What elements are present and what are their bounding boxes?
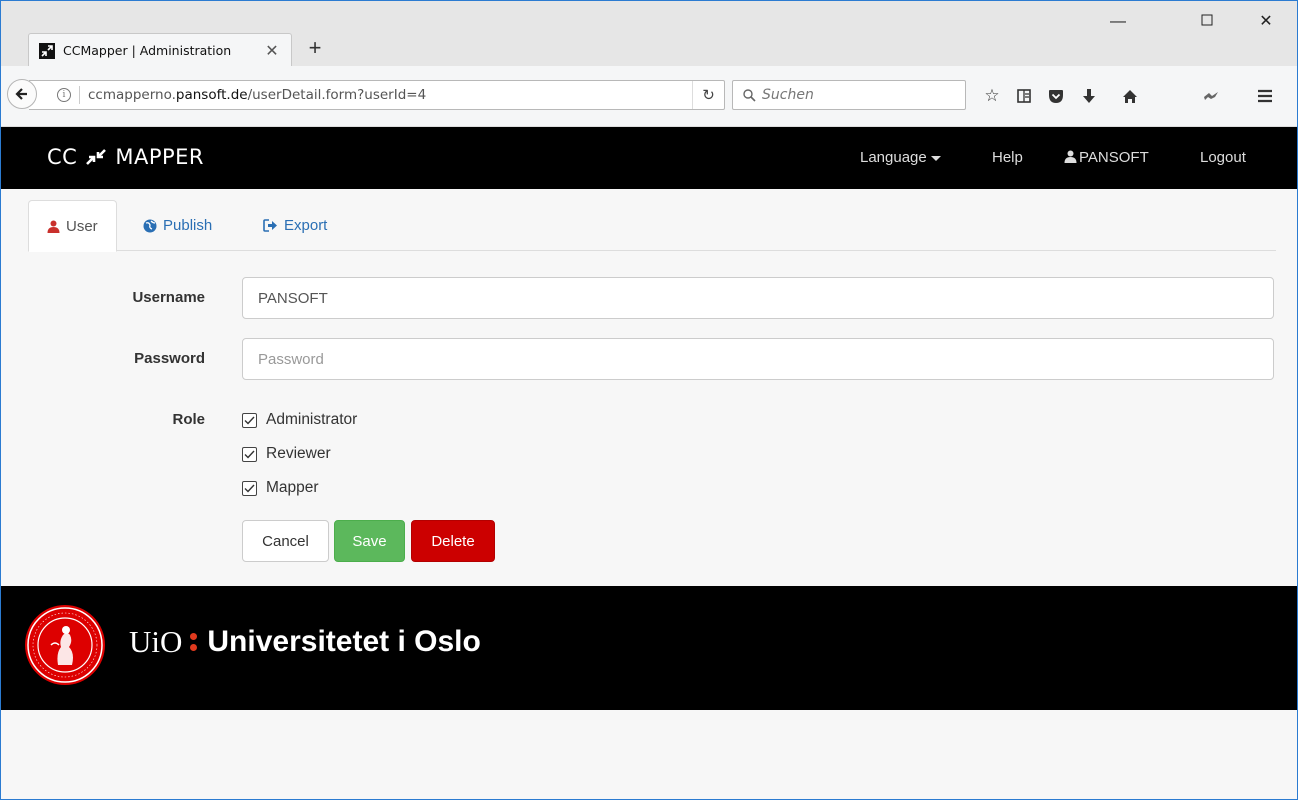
info-icon[interactable]: i xyxy=(57,88,71,102)
help-link[interactable]: Help xyxy=(992,149,1023,166)
current-user-link[interactable]: PANSOFT xyxy=(1064,149,1149,166)
pocket-icon[interactable] xyxy=(1044,86,1068,106)
save-button[interactable]: Save xyxy=(334,520,405,562)
globe-icon xyxy=(143,219,157,233)
url-separator xyxy=(79,86,80,104)
bookmark-star-icon[interactable]: ☆ xyxy=(980,86,1004,106)
delete-button[interactable]: Delete xyxy=(411,520,495,562)
uio-short: UiO xyxy=(129,624,183,659)
language-dropdown[interactable]: Language xyxy=(860,149,941,166)
download-icon[interactable] xyxy=(1077,86,1101,106)
home-icon[interactable] xyxy=(1118,86,1142,106)
user-icon xyxy=(1064,150,1077,163)
detail-tabs: User Publish Export xyxy=(28,200,1276,252)
reload-icon[interactable]: ↻ xyxy=(692,81,724,109)
user-icon xyxy=(47,220,60,233)
brand-cc: CC xyxy=(47,145,78,169)
minimize-icon[interactable]: — xyxy=(1103,13,1133,31)
search-icon xyxy=(743,88,756,102)
url-bar[interactable]: i ccmapperno.pansoft.de/userDetail.form?… xyxy=(29,80,725,110)
app-header: CC MAPPER Language Help PANSOFT Logout xyxy=(1,127,1297,189)
uio-name: Universitetet i Oslo xyxy=(207,625,481,658)
url-text[interactable]: ccmapperno.pansoft.de/userDetail.form?us… xyxy=(88,87,426,103)
reading-list-icon[interactable] xyxy=(1012,86,1036,106)
role-administrator-checkbox[interactable]: Administrator xyxy=(242,411,357,429)
username-label: Username xyxy=(132,289,205,306)
ccmapper-favicon-icon xyxy=(39,42,55,59)
close-window-icon[interactable]: ✕ xyxy=(1251,13,1281,31)
brand-arrows-icon xyxy=(86,149,107,165)
back-button[interactable] xyxy=(7,79,37,109)
checkbox-checked-icon[interactable] xyxy=(242,446,257,462)
title-bar: CCMapper | Administration ✕ + — ✕ xyxy=(1,1,1297,67)
uio-wordmark[interactable]: UiO Universitetet i Oslo xyxy=(129,624,481,660)
tab-close-icon[interactable]: ✕ xyxy=(263,41,281,61)
maximize-icon[interactable] xyxy=(1192,13,1222,31)
tab-export[interactable]: Export xyxy=(245,200,345,251)
checkbox-checked-icon[interactable] xyxy=(242,412,257,428)
app-brand[interactable]: CC MAPPER xyxy=(47,145,204,169)
logout-link[interactable]: Logout xyxy=(1200,149,1246,166)
username-field[interactable] xyxy=(242,277,1274,319)
cancel-button[interactable]: Cancel xyxy=(242,520,329,562)
uio-seal-logo[interactable] xyxy=(25,605,105,685)
uio-dots-icon xyxy=(190,633,198,651)
role-label: Role xyxy=(172,411,205,428)
tab-title: CCMapper | Administration xyxy=(63,43,232,58)
browser-window: CCMapper | Administration ✕ + — ✕ i ccma… xyxy=(0,0,1298,800)
brand-mapper: MAPPER xyxy=(115,145,204,169)
search-bar[interactable]: Suchen xyxy=(732,80,966,110)
password-field[interactable] xyxy=(242,338,1274,380)
extension-icon[interactable] xyxy=(1199,86,1223,106)
export-icon xyxy=(263,219,278,232)
search-placeholder: Suchen xyxy=(762,87,814,103)
tab-user[interactable]: User xyxy=(28,200,117,252)
tab-publish[interactable]: Publish xyxy=(125,200,230,251)
new-tab-icon[interactable]: + xyxy=(303,37,327,59)
browser-tab[interactable]: CCMapper | Administration ✕ xyxy=(28,33,292,67)
navigation-bar: i ccmapperno.pansoft.de/userDetail.form?… xyxy=(1,66,1297,127)
menu-hamburger-icon[interactable] xyxy=(1253,86,1277,106)
role-reviewer-checkbox[interactable]: Reviewer xyxy=(242,445,331,463)
role-mapper-checkbox[interactable]: Mapper xyxy=(242,479,319,497)
password-label: Password xyxy=(134,350,205,367)
page-footer: UiO Universitetet i Oslo xyxy=(1,586,1297,710)
checkbox-checked-icon[interactable] xyxy=(242,480,257,496)
caret-down-icon xyxy=(930,155,941,161)
